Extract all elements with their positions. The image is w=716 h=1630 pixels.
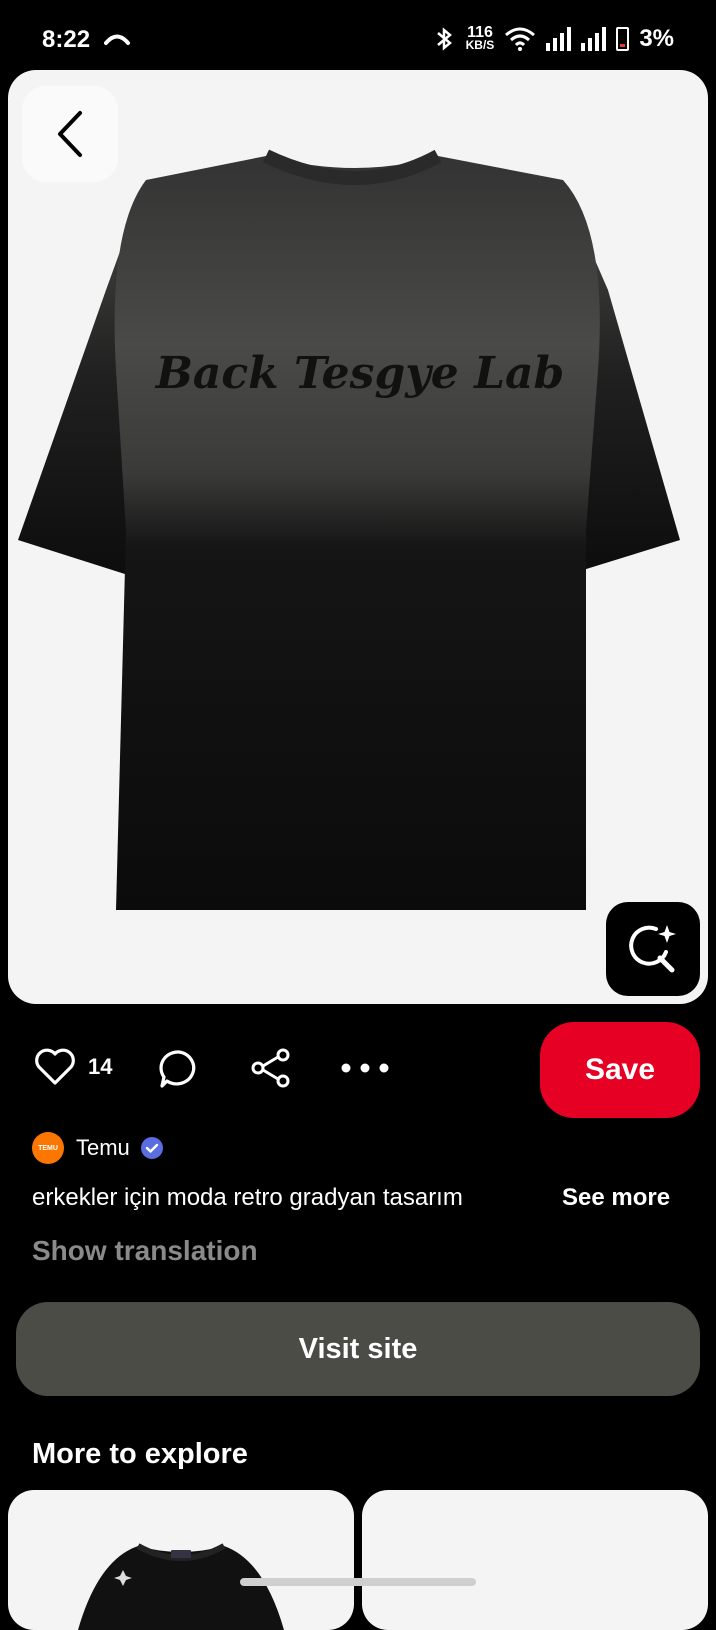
creator-row[interactable]: TEMU Temu: [32, 1132, 164, 1164]
creator-avatar[interactable]: TEMU: [32, 1132, 64, 1164]
back-button[interactable]: [22, 86, 118, 182]
call-icon: [104, 34, 130, 45]
battery-percent: 3%: [639, 25, 674, 52]
pin-image-card[interactable]: Back Tesgye Lab: [8, 70, 708, 1004]
share-icon: [251, 1048, 290, 1088]
battery-icon: [616, 27, 630, 51]
wifi-icon: [505, 27, 536, 51]
status-time: 8:22: [42, 26, 91, 53]
description-text: erkekler için moda retro gradyan tasarım: [32, 1184, 463, 1211]
comment-icon: [159, 1050, 196, 1088]
visual-search-button[interactable]: [606, 902, 700, 996]
signal-2-icon: [581, 27, 607, 51]
see-more-link[interactable]: See more: [562, 1184, 670, 1218]
share-button[interactable]: [250, 1048, 292, 1088]
pin-image: Back Tesgye Lab: [18, 149, 680, 910]
pin-description: erkekler için moda retro gradyan tasarım…: [32, 1184, 692, 1218]
status-bar: 8:22 116 KB/S 3%: [0, 0, 716, 70]
heart-icon: [35, 1048, 75, 1085]
more-to-explore-heading: More to explore: [32, 1438, 248, 1470]
explore-card-image: [78, 1543, 284, 1630]
comment-button[interactable]: [158, 1048, 200, 1090]
like-count: 14: [88, 1054, 113, 1079]
signal-1-icon: [546, 27, 572, 51]
home-indicator[interactable]: [240, 1578, 476, 1586]
more-dots-icon: [341, 1063, 389, 1073]
network-speed: 116 KB/S: [465, 24, 495, 52]
explore-card[interactable]: [362, 1490, 708, 1630]
verified-icon: [140, 1137, 163, 1159]
pin-actions: 14 Save: [0, 1018, 716, 1122]
shirt-print-text: Back Tesgye Lab: [154, 348, 565, 399]
creator-name[interactable]: Temu: [76, 1135, 130, 1161]
more-options-button[interactable]: [340, 1048, 390, 1088]
save-button[interactable]: Save: [540, 1022, 700, 1118]
bluetooth-icon: [436, 27, 452, 51]
explore-card[interactable]: [8, 1490, 354, 1630]
back-chevron-icon: [58, 111, 82, 157]
like-button[interactable]: 14: [34, 1048, 112, 1086]
visual-search-icon: [629, 925, 676, 973]
status-icons: 116 KB/S 3%: [434, 25, 674, 53]
visit-site-button[interactable]: Visit site: [16, 1302, 700, 1396]
show-translation-link[interactable]: Show translation: [32, 1235, 258, 1267]
